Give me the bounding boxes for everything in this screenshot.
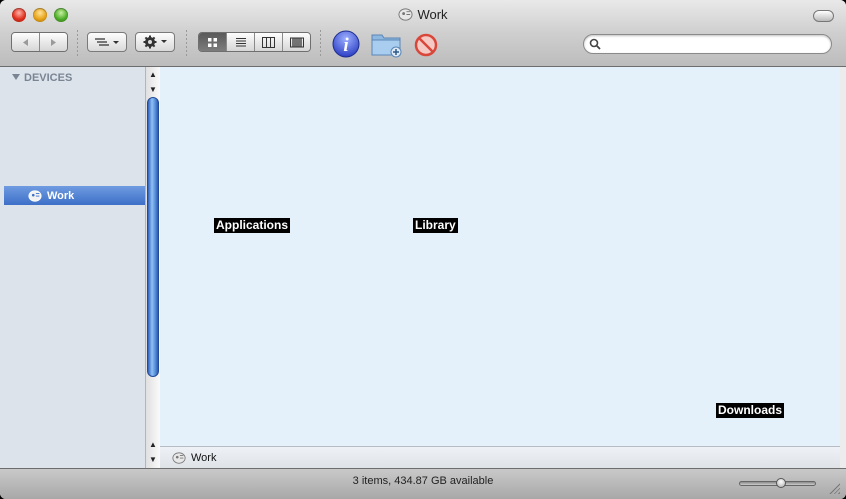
coverflow-view-icon	[289, 37, 304, 47]
path-bar-item[interactable]: Work	[191, 452, 216, 464]
toolbar-toggle-button[interactable]	[813, 10, 834, 22]
status-text: 3 items, 434.87 GB available	[352, 475, 494, 487]
column-view-button[interactable]	[255, 33, 283, 51]
list-view-icon	[235, 37, 246, 46]
svg-text:i: i	[343, 35, 349, 56]
forward-button[interactable]	[40, 33, 67, 51]
back-button[interactable]	[12, 33, 40, 51]
back-arrow-icon	[23, 38, 28, 46]
sidebar-item-label: Work	[47, 189, 75, 202]
delete-icon	[414, 33, 438, 57]
file-item-applications[interactable]: Applications	[214, 218, 291, 233]
title-bar: Work i	[0, 0, 846, 67]
scroll-up-arrow-icon[interactable]: ▲	[147, 68, 159, 80]
arrange-button[interactable]	[87, 32, 127, 52]
arrange-menu-icon	[95, 38, 119, 46]
scroll-up-arrow-icon[interactable]: ▲	[147, 438, 159, 450]
toolbar-separator	[186, 30, 187, 56]
search-field[interactable]	[583, 34, 832, 54]
slider-knob[interactable]	[776, 478, 786, 488]
new-folder-button[interactable]	[370, 30, 404, 58]
sidebar-section-title: DEVICES	[24, 72, 73, 84]
window-title: Work	[0, 7, 846, 22]
delete-button[interactable]	[414, 33, 438, 57]
sidebar-item-work[interactable]: Work	[4, 186, 145, 205]
search-input[interactable]	[604, 37, 828, 53]
toolbar-separator	[320, 30, 321, 56]
hard-drive-icon	[172, 451, 186, 464]
info-icon: i	[332, 30, 360, 58]
list-view-button[interactable]	[227, 33, 255, 51]
sidebar-scrollbar[interactable]: ▲ ▼ ▲ ▼	[145, 67, 160, 468]
scroll-down-arrow-icon[interactable]: ▼	[147, 453, 159, 465]
toolbar-separator	[77, 30, 78, 56]
forward-arrow-icon	[51, 38, 56, 46]
file-item-downloads[interactable]: Downloads	[716, 403, 785, 418]
scroll-down-arrow-icon[interactable]: ▼	[147, 83, 159, 95]
new-folder-icon	[371, 34, 402, 58]
finder-window: Work i DEVICES Work ▲ ▼ ▲ ▼ Applications…	[0, 0, 846, 499]
action-menu-button[interactable]	[135, 32, 175, 52]
view-mode-control	[198, 32, 311, 52]
scrollbar-thumb[interactable]	[147, 97, 159, 377]
column-view-icon	[262, 36, 275, 48]
coverflow-view-button[interactable]	[283, 33, 310, 51]
icon-size-slider[interactable]	[739, 478, 816, 488]
disclosure-triangle-icon	[12, 74, 20, 80]
sidebar: DEVICES Work	[0, 67, 145, 468]
icon-view-button[interactable]	[199, 33, 227, 51]
hard-drive-icon	[28, 189, 42, 202]
gear-icon	[143, 35, 167, 49]
path-bar: Work	[160, 446, 840, 468]
icon-view-icon	[208, 37, 217, 47]
window-title-text: Work	[417, 7, 448, 22]
history-segmented-control	[11, 32, 68, 52]
search-icon	[589, 38, 601, 50]
file-item-library[interactable]: Library	[413, 218, 458, 233]
sidebar-section-devices[interactable]: DEVICES	[12, 72, 72, 84]
file-browser-area[interactable]: Applications Library Downloads	[160, 67, 840, 446]
status-bar: 3 items, 434.87 GB available	[0, 468, 846, 499]
hard-drive-icon	[398, 8, 413, 21]
get-info-button[interactable]: i	[332, 30, 360, 58]
